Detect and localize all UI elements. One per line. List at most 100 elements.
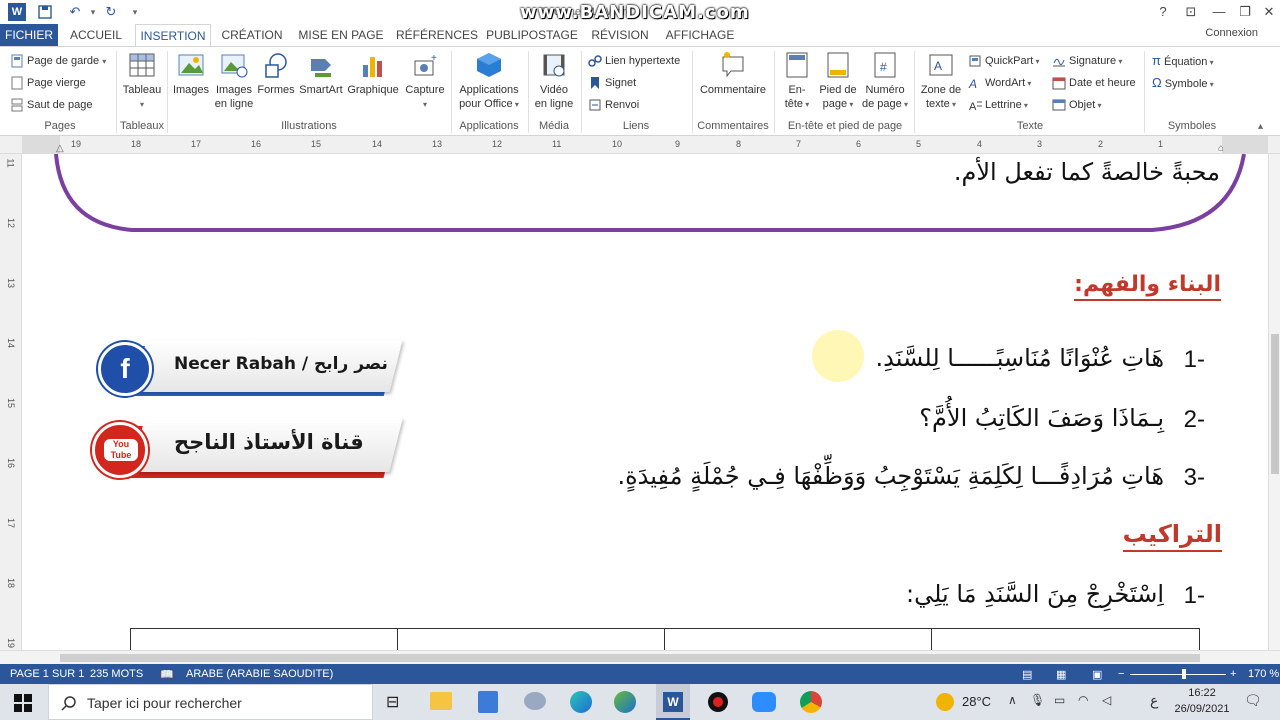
search-icon (61, 696, 76, 711)
horizontal-ruler[interactable]: △ ⌂ 19 18 17 16 15 14 13 12 11 10 9 8 7 … (0, 136, 1280, 154)
page-break-button[interactable]: Saut de page (10, 96, 92, 114)
tab-references[interactable]: RÉFÉRENCES (396, 24, 478, 46)
cross-reference-button[interactable]: Renvoi (588, 96, 639, 114)
zoom-level[interactable]: 170 % (1248, 668, 1279, 680)
online-video-button[interactable]: Vidéo en ligne (530, 51, 578, 111)
document-canvas[interactable]: محبةً خالصةً كما تفعل الأم. البناء والفه… (22, 154, 1268, 650)
question-2[interactable]: بِـمَاذَا وَصَفَ الكَاتِبُ الأُمَّ؟ (919, 404, 1164, 432)
close-button[interactable]: ✕ (1256, 2, 1280, 22)
images-button[interactable]: Images (170, 51, 212, 97)
online-images-button[interactable]: Images en ligne (212, 51, 256, 111)
vertical-scrollbar[interactable] (1268, 154, 1280, 650)
horizontal-scrollbar[interactable] (0, 650, 1280, 664)
web-layout-icon[interactable]: ▣ (1092, 668, 1102, 681)
language-status[interactable]: ARABE (ARABIE SAOUDITE) (186, 668, 333, 680)
dropcap-button[interactable]: A Lettrine ▾ (968, 96, 1028, 114)
right-indent-marker-icon[interactable]: ⌂ (1218, 143, 1224, 154)
ribbon-display-button[interactable]: ⊡ (1178, 2, 1204, 22)
zoom-out-button[interactable]: − (1118, 668, 1124, 680)
heading-comprehension[interactable]: البناء والفهم: (1074, 272, 1221, 301)
help-button[interactable]: ? (1150, 2, 1176, 22)
answer-table[interactable] (130, 628, 1200, 650)
minimize-button[interactable]: — (1206, 2, 1232, 22)
tab-creation[interactable]: CRÉATION (218, 24, 286, 46)
battery-icon[interactable]: ▭ (1054, 693, 1065, 707)
weather-sun-icon[interactable] (936, 693, 954, 711)
capture-button[interactable]: + Capture ▾ (402, 51, 448, 112)
bookmark-button[interactable]: Signet (588, 74, 636, 92)
print-layout-icon[interactable]: ▦ (1056, 668, 1066, 681)
chart-button[interactable]: Graphique (346, 51, 400, 97)
file-explorer-icon[interactable] (430, 692, 452, 710)
undo-dropdown-icon[interactable]: ▾ (84, 3, 102, 21)
notifications-icon[interactable]: 🗨 (1244, 692, 1262, 709)
microphone-icon[interactable]: 🎙 (1030, 693, 1045, 707)
edge-browser-icon[interactable] (570, 691, 592, 713)
customize-qat-icon[interactable]: ▾ (126, 3, 144, 21)
network-icon[interactable]: ◠ (1078, 693, 1088, 707)
clock-time[interactable]: 16:22 (1172, 687, 1232, 699)
maximize-button[interactable]: ❐ (1232, 2, 1258, 22)
heading-structures[interactable]: التراكيب (1122, 520, 1222, 552)
datetime-button[interactable]: Date et heure (1052, 74, 1136, 92)
calculator-icon[interactable] (478, 691, 498, 713)
office-apps-button[interactable]: Applications pour Office ▾ (454, 51, 524, 112)
symbol-button[interactable]: Ω Symbole ▾ (1152, 74, 1214, 92)
indent-marker-icon[interactable]: △ (56, 143, 64, 154)
textbox-button[interactable]: A Zone de texte ▾ (918, 51, 964, 112)
quickpart-button[interactable]: QuickPart ▾ (968, 52, 1040, 70)
taskbar-search-input[interactable]: Taper ici pour rechercher (48, 684, 373, 720)
zoom-in-button[interactable]: + (1230, 668, 1236, 680)
object-button[interactable]: Objet ▾ (1052, 96, 1102, 114)
equation-button[interactable]: π Équation ▾ (1152, 52, 1214, 70)
tab-mise-en-page[interactable]: MISE EN PAGE (298, 24, 384, 46)
vertical-ruler[interactable]: 11 12 13 14 15 16 17 18 19 (0, 154, 22, 650)
cover-page-button[interactable]: Page de garde ▾ (10, 52, 106, 70)
weather-temperature[interactable]: 28°C (962, 694, 991, 709)
input-language[interactable]: ع (1150, 692, 1158, 709)
save-icon[interactable] (36, 3, 54, 21)
proofing-icon[interactable]: 📖 (160, 668, 174, 681)
zoom-slider-thumb[interactable] (1182, 669, 1186, 679)
table-button[interactable]: Tableau ▾ (120, 51, 164, 112)
footer-button[interactable]: Pied de page ▾ (816, 51, 860, 112)
signature-button[interactable]: Signature ▾ (1052, 52, 1122, 70)
volume-icon[interactable]: ◁ (1102, 693, 1111, 707)
question-3[interactable]: هَاتِ مُرَادِفًـــا لِكَلِمَةِ يَسْتَوْج… (617, 462, 1164, 490)
page-count[interactable]: PAGE 1 SUR 1 (10, 668, 84, 680)
undo-icon[interactable]: ↶ (66, 3, 84, 21)
edge-dev-icon[interactable] (614, 691, 636, 713)
tab-publipostage[interactable]: PUBLIPOSTAGE (486, 24, 578, 46)
hyperlink-button[interactable]: Lien hypertexte (588, 52, 680, 70)
show-hidden-icons[interactable]: ∧ (1008, 693, 1017, 707)
tab-revision[interactable]: RÉVISION (588, 24, 652, 46)
bandicam-icon[interactable] (708, 692, 728, 712)
windows-start-icon[interactable] (14, 694, 32, 715)
signin-link[interactable]: Connexion (1205, 27, 1258, 39)
zoom-app-icon[interactable] (752, 692, 776, 712)
smartart-button[interactable]: SmartArt (298, 51, 344, 97)
clock-date[interactable]: 26/09/2021 (1172, 703, 1232, 715)
read-mode-icon[interactable]: ▤ (1022, 668, 1032, 681)
zoom-slider[interactable] (1130, 674, 1226, 675)
comment-button[interactable]: Commentaire (696, 51, 770, 97)
tab-fichier[interactable]: FICHIER (0, 24, 58, 46)
word-count[interactable]: 235 MOTS (90, 668, 143, 680)
collapse-ribbon-icon[interactable]: ▴ (1258, 121, 1263, 132)
header-button[interactable]: En-tête ▾ (780, 51, 814, 112)
tab-affichage[interactable]: AFFICHAGE (664, 24, 736, 46)
blank-page-button[interactable]: Page vierge (10, 74, 86, 92)
task-view-icon[interactable]: ⊟ (386, 692, 399, 712)
chrome-icon[interactable] (800, 691, 822, 713)
body-text-line[interactable]: محبةً خالصةً كما تفعل الأم. (954, 158, 1220, 186)
word-taskbar-button[interactable]: W (656, 684, 690, 720)
wordart-button[interactable]: A WordArt ▾ (968, 74, 1031, 92)
exercise-1[interactable]: اِسْتَخْرِجْ مِنَ السَّنَدِ مَا يَلِي: (906, 580, 1164, 608)
question-1[interactable]: هَاتِ عُنْوَانًا مُنَاسِبًــــــا لِلسَّ… (876, 344, 1164, 372)
tab-insertion[interactable]: INSERTION (135, 24, 211, 46)
tab-accueil[interactable]: ACCUEIL (64, 24, 128, 46)
redo-icon[interactable]: ↻ (102, 3, 120, 21)
page-number-button[interactable]: # Numéro de page ▾ (860, 51, 910, 112)
app-icon[interactable] (524, 692, 546, 710)
shapes-button[interactable]: Formes (256, 51, 296, 97)
